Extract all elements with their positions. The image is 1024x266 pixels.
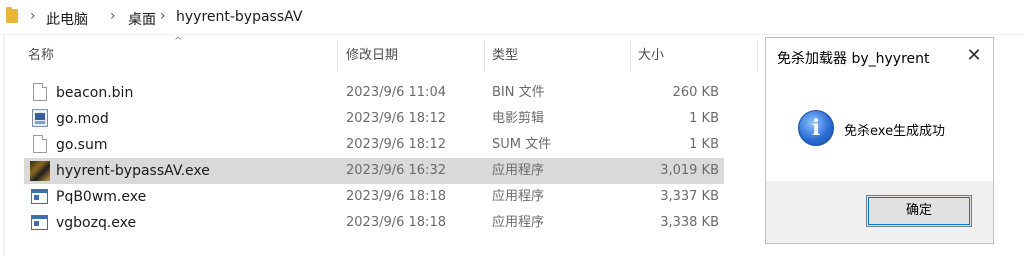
breadcrumb-this-pc[interactable]: 此电脑 [46,9,88,29]
file-type: 应用程序 [492,215,545,230]
file-name: PqB0wm.exe [56,189,147,205]
file-size: 3,337 KB [660,189,719,204]
file-date: 2023/9/6 11:04 [346,85,446,100]
file-name: go.sum [56,137,108,153]
file-type: 应用程序 [492,189,545,204]
file-type: BIN 文件 [492,85,545,100]
column-divider[interactable] [630,40,631,72]
dialog-body: i 免杀exe生成成功 [766,75,993,181]
chevron-right-icon: › [30,8,36,24]
folder-icon [6,7,18,23]
ok-button[interactable]: 确定 [866,195,972,227]
file-date: 2023/9/6 18:18 [346,215,446,230]
file-date: 2023/9/6 18:12 [346,111,446,126]
file-type: 电影剪辑 [492,111,545,126]
chevron-right-icon[interactable]: › [160,8,166,24]
exe-icon [31,215,48,230]
file-size: 1 KB [689,111,719,126]
file-name: beacon.bin [56,85,134,101]
breadcrumb-desktop[interactable]: 桌面 [128,9,156,29]
file-date: 2023/9/6 18:18 [346,189,446,204]
info-icon: i [798,110,834,146]
message-dialog: 免杀加载器 by_hyyrent ✕ i 免杀exe生成成功 确定 [765,37,994,244]
column-header-type[interactable]: 类型 [492,42,622,70]
file-row-go-sum[interactable]: go.sum 2023/9/6 18:12 SUM 文件 1 KB [24,132,724,158]
close-icon[interactable]: ✕ [962,44,986,68]
column-header-date[interactable]: 修改日期 [346,42,476,70]
file-name: hyyrent-bypassAV.exe [56,163,210,179]
dialog-title-bar[interactable]: 免杀加载器 by_hyyrent ✕ [766,38,993,75]
file-date: 2023/9/6 18:12 [346,137,446,152]
dialog-title: 免杀加载器 by_hyyrent [777,51,930,67]
file-type: SUM 文件 [492,137,552,152]
dialog-message: 免杀exe生成成功 [844,124,946,139]
file-size: 1 KB [689,137,719,152]
column-divider[interactable] [757,40,758,72]
file-name: go.mod [56,111,109,127]
column-divider[interactable] [337,40,338,72]
app-image-icon [30,161,50,181]
file-size: 260 KB [672,85,719,100]
exe-icon [31,189,48,204]
file-row-go-mod[interactable]: go.mod 2023/9/6 18:12 电影剪辑 1 KB [24,106,724,132]
address-bar[interactable]: › 此电脑 › 桌面 › hyyrent-bypassAV [0,0,1024,35]
column-header-name[interactable]: 名称 [28,42,328,70]
nav-pane-edge [3,36,5,256]
file-date: 2023/9/6 16:32 [346,163,446,178]
file-size: 3,019 KB [660,163,719,178]
file-type: 应用程序 [492,163,545,178]
document-icon [33,83,47,101]
media-file-icon [32,109,48,127]
file-row-hyyrent-bypassav-exe[interactable]: hyyrent-bypassAV.exe 2023/9/6 16:32 应用程序… [24,158,724,184]
file-name: vgbozq.exe [56,215,137,231]
breadcrumb-current-folder[interactable]: hyyrent-bypassAV [176,9,302,25]
document-icon [33,135,47,153]
file-row-vgbozq-exe[interactable]: vgbozq.exe 2023/9/6 18:18 应用程序 3,338 KB [24,210,724,236]
column-divider[interactable] [484,40,485,72]
chevron-right-icon[interactable]: › [110,8,116,24]
file-size: 3,338 KB [660,215,719,230]
column-header-size[interactable]: 大小 [638,42,728,70]
file-row-pqb0wm-exe[interactable]: PqB0wm.exe 2023/9/6 18:18 应用程序 3,337 KB [24,184,724,210]
file-row-beacon-bin[interactable]: beacon.bin 2023/9/6 11:04 BIN 文件 260 KB [24,80,724,106]
